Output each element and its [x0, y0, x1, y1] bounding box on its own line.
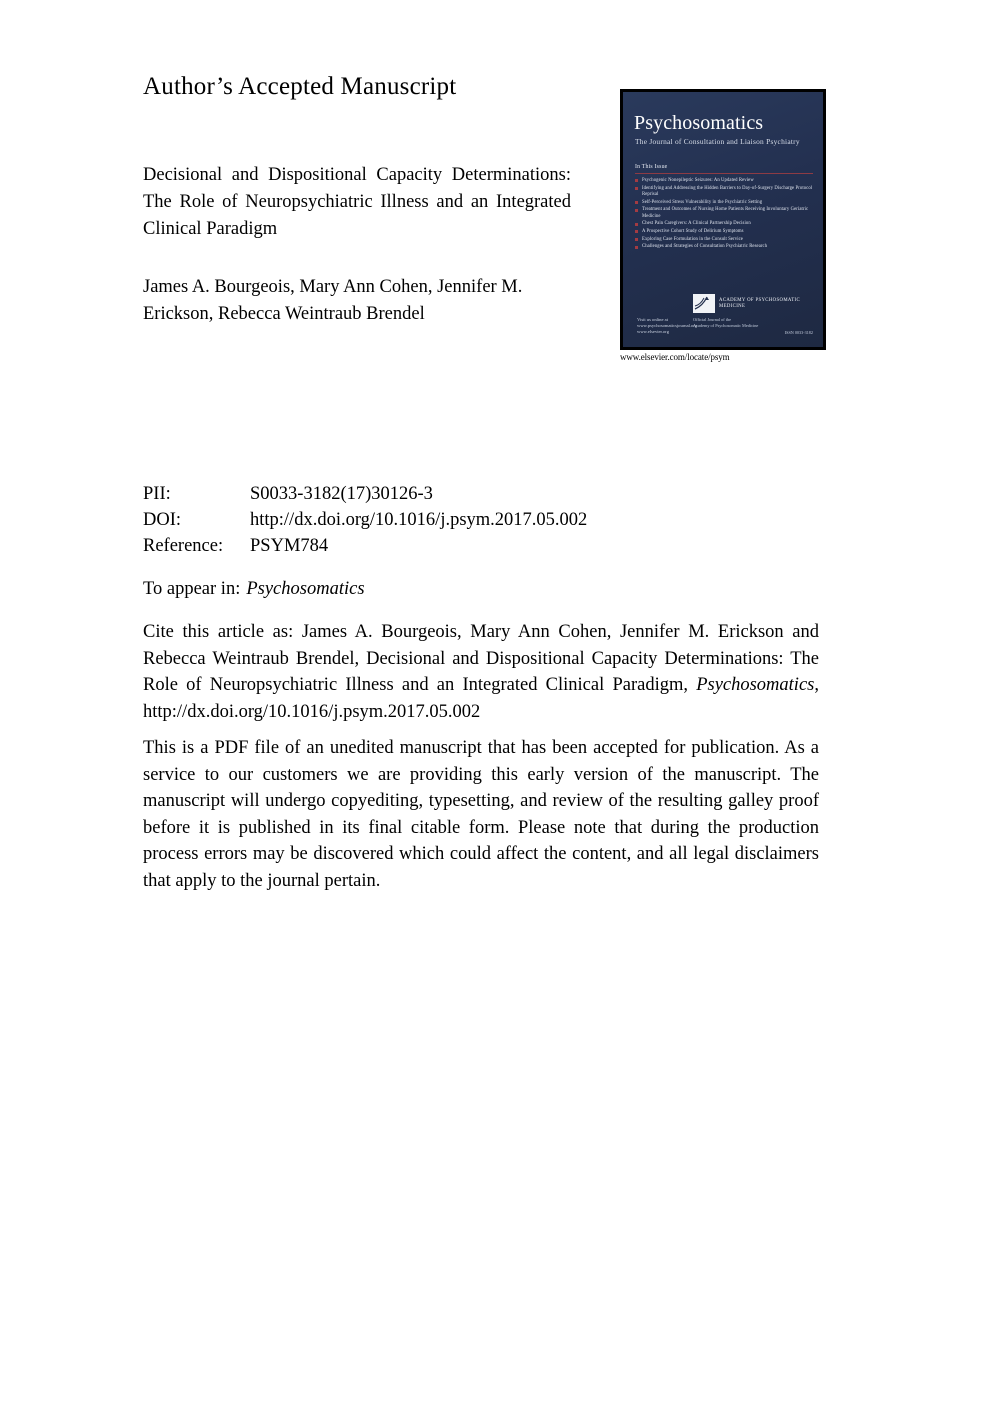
- cover-society-block: ACADEMY OF PSYCHOSOMATIC MEDICINE Offici…: [693, 294, 813, 335]
- academy-official-journal-note: Official Journal of the Academy of Psycho…: [693, 317, 759, 328]
- page-title: Author’s Accepted Manuscript: [143, 73, 457, 100]
- square-bullet-icon: [635, 245, 638, 249]
- article-title: Decisional and Dispositional Capacity De…: [143, 165, 571, 239]
- to-appear-in: To appear in: Psychosomatics: [143, 576, 365, 602]
- cover-issue-item: Exploring Case Formulation in the Consul…: [635, 237, 817, 243]
- metadata-row: PII: S0033-3182(17)30126-3: [143, 481, 587, 507]
- journal-cover-image: Psychosomatics The Journal of Consultati…: [620, 89, 826, 350]
- cover-issue-item: A Prospective Cohort Study of Delirium S…: [635, 229, 817, 235]
- cover-issue-item: Challenges and Strategies of Consultatio…: [635, 244, 817, 250]
- square-bullet-icon: [635, 200, 638, 204]
- manuscript-cover-page: Author’s Accepted Manuscript Decisional …: [0, 0, 992, 1403]
- square-bullet-icon: [635, 208, 638, 212]
- metadata-key: PII:: [143, 484, 171, 504]
- cover-journal-subtitle: The Journal of Consultation and Liaison …: [635, 137, 800, 146]
- cover-issue-item: Self-Perceived Stress Vulnerability in t…: [635, 200, 817, 206]
- cover-online-text: Visit us online at www.psychosomaticsjour…: [637, 317, 698, 334]
- square-bullet-icon: [635, 187, 638, 190]
- metadata-key: Reference:: [143, 536, 224, 556]
- citation-journal: Psychosomatics: [696, 675, 815, 695]
- cover-background: Psychosomatics The Journal of Consultati…: [623, 92, 823, 347]
- cover-issue-item: Psychogenic Nonepileptic Seizures: An Up…: [635, 178, 817, 184]
- square-bullet-icon: [635, 230, 638, 234]
- article-authors: James A. Bourgeois, Mary Ann Cohen, Jenn…: [143, 277, 523, 324]
- cover-issue-item: Identifying and Addressing the Hidden Ba…: [635, 186, 817, 198]
- metadata-key: DOI:: [143, 510, 182, 530]
- square-bullet-icon: [635, 237, 638, 241]
- square-bullet-icon: [635, 179, 638, 183]
- square-bullet-icon: [635, 222, 638, 226]
- cover-issn: ISSN 0033-3182: [784, 330, 813, 335]
- cover-divider: [635, 173, 813, 174]
- publication-metadata: PII: S0033-3182(17)30126-3 DOI: http://dx.d…: [143, 481, 587, 559]
- metadata-row: Reference: PSYM784: [143, 533, 587, 559]
- academy-logo-icon: [693, 294, 715, 314]
- citation-paragraph: Cite this article as: James A. Bourgeois…: [143, 619, 819, 725]
- to-appear-in-label: To appear in:: [143, 579, 241, 599]
- metadata-row: DOI: http://dx.doi.org/10.1016/j.psym.201…: [143, 507, 587, 533]
- metadata-value: S0033-3182(17)30126-3: [250, 484, 433, 504]
- academy-name: ACADEMY OF PSYCHOSOMATIC MEDICINE: [719, 298, 800, 309]
- elsevier-locate-url[interactable]: www.elsevier.com/locate/psym: [620, 352, 730, 363]
- cover-issue-item: Chest Pain Caregivers: A Clinical Partne…: [635, 221, 817, 227]
- metadata-value: PSYM784: [250, 536, 329, 556]
- cover-issue-item: Treatment and Outcomes of Nursing Home P…: [635, 207, 817, 219]
- disclaimer-paragraph: This is a PDF file of an unedited manusc…: [143, 738, 819, 891]
- cover-issue-list: Psychogenic Nonepileptic Seizures: An Up…: [635, 178, 817, 252]
- cover-issue-label: In This Issue: [635, 164, 668, 170]
- to-appear-in-journal: Psychosomatics: [246, 579, 365, 599]
- cover-journal-title: Psychosomatics: [634, 112, 764, 134]
- metadata-value[interactable]: http://dx.doi.org/10.1016/j.psym.2017.05…: [250, 507, 587, 533]
